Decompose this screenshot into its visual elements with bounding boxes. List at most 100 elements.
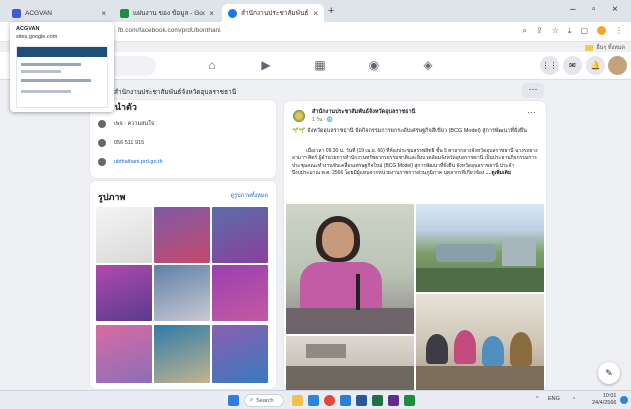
info-icon — [98, 120, 106, 128]
video-icon[interactable]: ▶ — [258, 58, 274, 72]
post-photo-meeting-chair[interactable] — [286, 204, 414, 334]
intro-row-category: เพจ · ความสนใจ — [98, 120, 154, 128]
tab-hover-preview: ACGVAN sites.google.com — [10, 22, 114, 112]
post-photo-aerial[interactable] — [416, 204, 544, 292]
clock-date: 24/4/2566 — [592, 400, 617, 406]
marketplace-icon[interactable]: ▦ — [312, 58, 328, 72]
bookmarks-folder[interactable]: อื่นๆ ทั้งหมด — [585, 44, 625, 52]
post-body: เมื่อเวลา 09.30 น. วันที่ (19 เม.ย. 66) … — [292, 148, 538, 178]
share-icon[interactable]: ⇪ — [536, 26, 543, 36]
page-more-button[interactable]: ··· — [522, 83, 544, 98]
post-options-icon[interactable]: ··· — [527, 107, 536, 117]
site-favicon-icon — [12, 8, 21, 18]
taskbar-search[interactable]: ⌕ Search — [244, 394, 284, 407]
browser-tab-strip: ACGVAN × แผ่นงาน ของ ข้อมูล - Google Dri… — [0, 0, 631, 22]
photos-card: รูปภาพ ดูรูปภาพทั้งหมด — [90, 181, 276, 389]
preview-thumbnail — [16, 46, 108, 108]
tab-title: สำนักงานประชาสัมพันธ์จังหวัดอุบลฯ — [241, 10, 309, 17]
preview-title: ACGVAN — [16, 26, 40, 32]
close-tab-icon[interactable]: × — [313, 9, 318, 18]
apps-menu-icon[interactable]: ⋮⋮ — [540, 56, 559, 75]
post-card: สำนักงานประชาสัมพันธ์จังหวัดอุบลราชธานี … — [284, 101, 546, 390]
new-tab-icon[interactable]: + — [328, 5, 334, 17]
close-window-icon[interactable]: × — [612, 4, 618, 15]
lens-icon[interactable]: ⌕ — [523, 26, 527, 36]
page-title: สำนักงานประชาสัมพันธ์จังหวัดอุบลราชธานี — [114, 89, 237, 96]
photo-thumbnail[interactable] — [96, 265, 152, 321]
store-icon[interactable] — [340, 395, 351, 406]
wifi-icon[interactable]: ◔ — [572, 396, 575, 402]
folder-icon — [585, 45, 594, 51]
gaming-icon[interactable]: ◈ — [420, 58, 436, 72]
download-icon[interactable]: ⤓ — [568, 26, 572, 36]
close-tab-icon[interactable]: × — [101, 9, 106, 18]
facebook-favicon-icon — [228, 8, 237, 18]
edge-icon[interactable] — [308, 395, 319, 406]
see-more-link[interactable]: ... ดูเพิ่มเติม — [486, 170, 511, 176]
edit-icon: ✎ — [605, 367, 613, 378]
post-author[interactable]: สำนักงานประชาสัมพันธ์จังหวัดอุบลราชธานี — [312, 108, 415, 116]
preview-url: sites.google.com — [16, 34, 58, 40]
photo-thumbnail[interactable] — [212, 207, 268, 263]
photo-thumbnail[interactable] — [154, 325, 210, 383]
photo-thumbnail[interactable] — [212, 325, 268, 383]
post-photo-audience[interactable] — [416, 294, 544, 390]
post-photo-room[interactable] — [286, 336, 414, 390]
browser-tab-3[interactable]: สำนักงานประชาสัมพันธ์จังหวัดอุบลฯ × — [222, 4, 324, 22]
windows-taskbar: ⌕ Search ^ ENG ◔ 10:01 24/4/2566 — [0, 390, 631, 409]
groups-icon[interactable]: ◉ — [366, 58, 382, 72]
file-explorer-icon[interactable] — [292, 395, 303, 406]
intro-website-link[interactable]: ubthaihani.prd.go.th — [114, 159, 163, 165]
photo-thumbnail[interactable] — [154, 207, 210, 263]
messenger-icon[interactable]: ✉ — [563, 56, 582, 75]
bookmark-label: อื่นๆ ทั้งหมด — [596, 45, 625, 51]
tab-title: ACGVAN — [25, 9, 52, 17]
intro-row-phone: 056 511 915 — [98, 139, 144, 147]
profile-avatar[interactable] — [608, 56, 627, 75]
teams-icon[interactable] — [388, 395, 399, 406]
new-message-button[interactable]: ✎ — [598, 362, 620, 384]
star-icon[interactable]: ☆ — [552, 26, 559, 36]
post-headline: 🌱🌱 จังหวัดอุบลราชธานี จัดกิจกรรมการยกระด… — [292, 128, 527, 134]
page-avatar[interactable] — [292, 109, 306, 123]
sidepanel-icon[interactable]: ▢ — [580, 26, 588, 36]
excel-icon[interactable] — [372, 395, 383, 406]
menu-icon[interactable]: ⋮ — [615, 26, 623, 36]
photo-thumbnail[interactable] — [96, 207, 152, 263]
phone-icon — [98, 139, 106, 147]
line-icon[interactable] — [404, 395, 415, 406]
notification-icon[interactable] — [620, 396, 628, 404]
browser-toolbar: ⌕ ⇪ ☆ ⤓ ▢ ⋮ — [523, 26, 623, 36]
post-timestamp[interactable]: 1 วัน · 🌐 — [312, 116, 333, 124]
url-field[interactable]: fb.com/facebook.com/prdUbonthani — [118, 27, 221, 34]
tab-title: แผ่นงาน ของ ข้อมูล - Google Drive — [133, 10, 206, 17]
maximize-icon[interactable]: ▫ — [592, 4, 596, 15]
intro-row-website[interactable]: ubthaihani.prd.go.th — [98, 158, 163, 166]
intro-card: แนะนำตัว เพจ · ความสนใจ 056 511 915 ubth… — [90, 100, 276, 178]
drive-favicon-icon — [120, 8, 129, 18]
start-icon[interactable] — [228, 395, 239, 406]
profile-icon[interactable] — [597, 26, 606, 35]
home-icon[interactable]: ⌂ — [204, 58, 220, 72]
search-icon: ⌕ — [250, 397, 254, 403]
close-tab-icon[interactable]: × — [209, 9, 214, 18]
photo-thumbnail[interactable] — [212, 265, 268, 321]
word-icon[interactable] — [356, 395, 367, 406]
photo-thumbnail[interactable] — [96, 325, 152, 383]
photo-thumbnail[interactable] — [154, 265, 210, 321]
clock-time: 10:01 — [602, 393, 617, 399]
intro-phone-text: 056 511 915 — [114, 140, 145, 146]
notifications-icon[interactable]: 🔔 — [586, 56, 605, 75]
globe-icon — [98, 158, 106, 166]
browser-tab-1[interactable]: ACGVAN × — [6, 4, 112, 22]
see-all-photos-link[interactable]: ดูรูปภาพทั้งหมด — [231, 192, 269, 200]
intro-category-text: เพจ · ความสนใจ — [114, 121, 155, 127]
photos-title: รูปภาพ — [98, 192, 126, 202]
minimize-icon[interactable]: – — [570, 4, 576, 15]
browser-tab-2[interactable]: แผ่นงาน ของ ข้อมูล - Google Drive × — [114, 4, 220, 22]
chrome-icon[interactable] — [324, 395, 335, 406]
taskbar-search-label: Search — [256, 397, 274, 404]
language-indicator[interactable]: ENG — [548, 396, 560, 402]
clock[interactable]: 10:01 24/4/2566 — [592, 393, 616, 407]
tray-chevron-icon[interactable]: ^ — [536, 396, 539, 402]
